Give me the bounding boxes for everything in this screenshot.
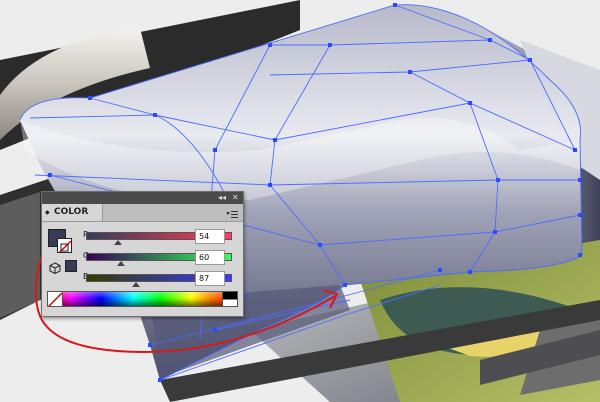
collapse-panel-icon[interactable]: ◂◂: [218, 192, 226, 204]
tab-color[interactable]: ◆ COLOR: [42, 204, 103, 221]
value-field-r[interactable]: 54: [195, 229, 225, 244]
value-field-g[interactable]: 60: [195, 250, 225, 265]
slider-b-thumb[interactable]: [132, 282, 141, 287]
black-white-swatches[interactable]: [222, 291, 238, 307]
value-field-b[interactable]: 87: [195, 271, 225, 286]
out-of-gamut-swatch[interactable]: [65, 260, 77, 272]
cube-warning-icon[interactable]: [49, 259, 61, 275]
color-spectrum-bar[interactable]: [47, 291, 238, 307]
stroke-swatch-icon[interactable]: [57, 238, 72, 253]
tab-color-label: COLOR: [54, 207, 89, 217]
none-swatch-icon[interactable]: [47, 291, 63, 307]
close-panel-icon[interactable]: ✕: [232, 192, 239, 204]
panel-tab-bar: ◆ COLOR: [42, 204, 243, 222]
tab-arrows-icon: ◆: [45, 209, 50, 216]
panel-title-bar[interactable]: ◂◂ ✕: [42, 192, 243, 204]
color-panel[interactable]: ◂◂ ✕ ◆ COLOR R 54 G 60 B: [41, 191, 244, 317]
slider-g-thumb[interactable]: [116, 261, 125, 266]
slider-r-thumb[interactable]: [113, 240, 122, 245]
panel-menu-icon[interactable]: [225, 206, 239, 218]
